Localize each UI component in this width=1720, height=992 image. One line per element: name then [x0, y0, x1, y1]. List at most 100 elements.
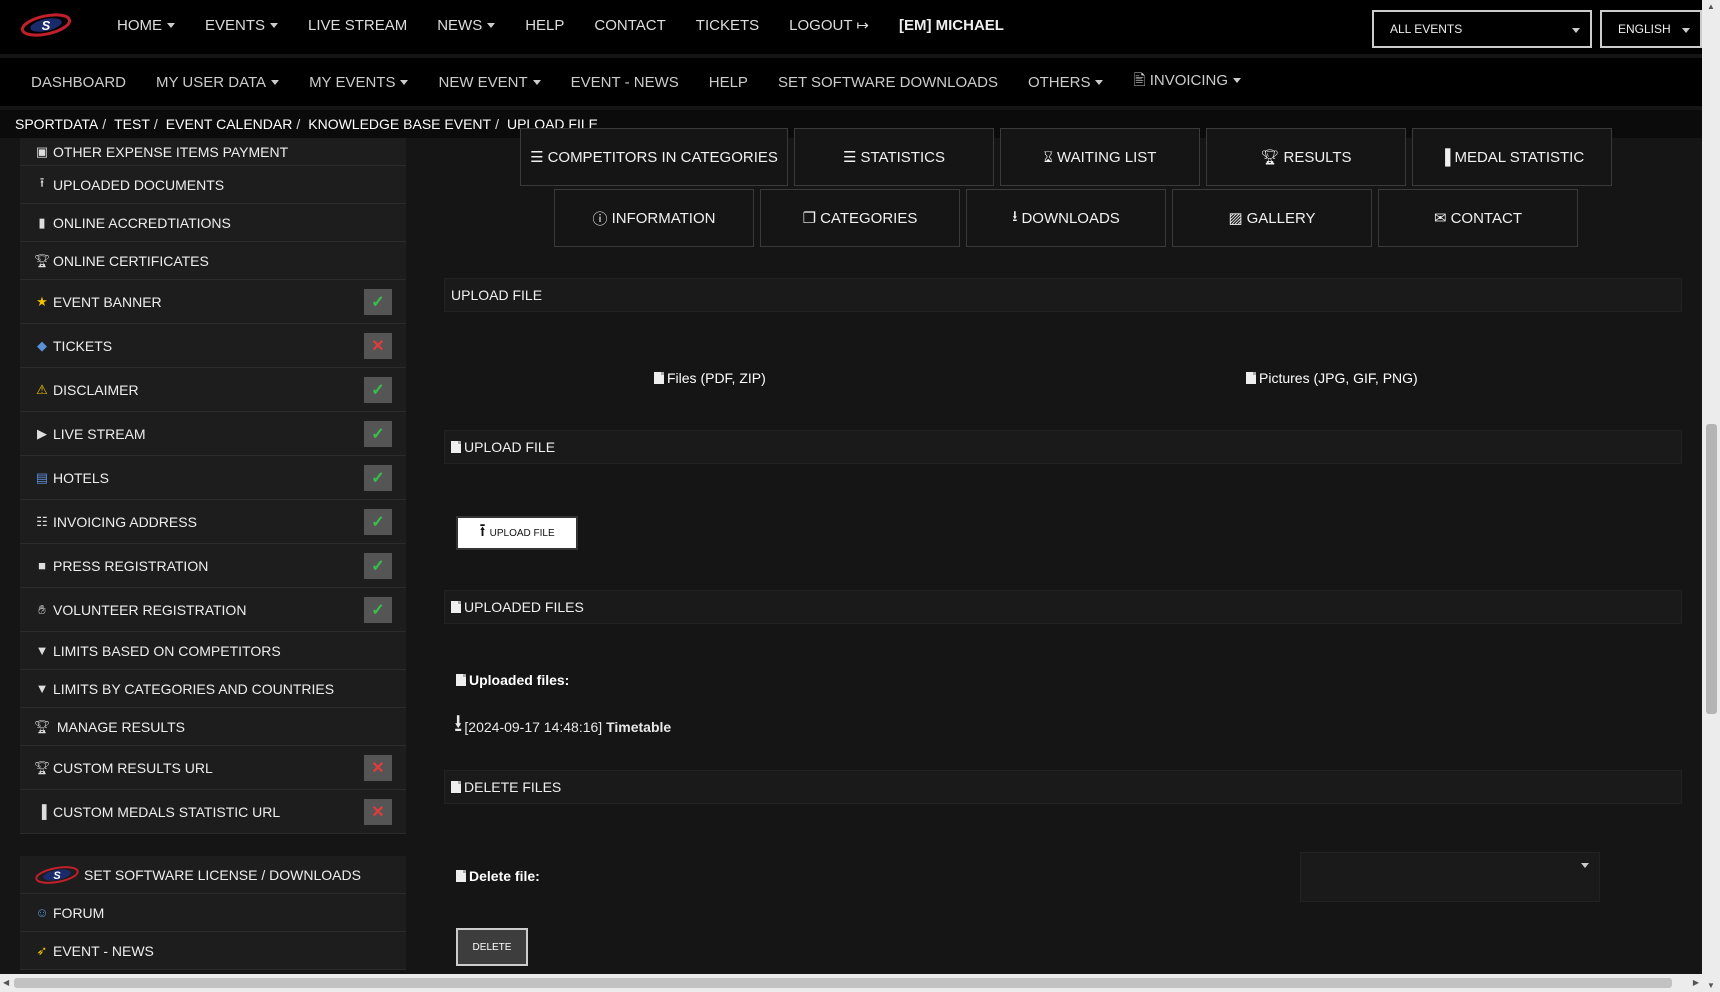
sidebar-item-online-certificates[interactable]: 🏆︎ ONLINE CERTIFICATES: [20, 242, 406, 280]
nav-home[interactable]: HOME: [102, 17, 190, 34]
bar-chart-icon: ▐: [37, 804, 47, 819]
scroll-down-icon[interactable]: ▼: [1707, 981, 1715, 990]
sidebar-item-software-license[interactable]: S SET SOFTWARE LICENSE / DOWNLOADS: [20, 856, 406, 894]
subnav-new-event[interactable]: NEW EVENT: [423, 74, 555, 91]
tile-waiting-list[interactable]: ⌛︎ WAITING LIST: [1000, 128, 1200, 186]
subnav-new-event-label: NEW EVENT: [438, 73, 528, 91]
subnav-others[interactable]: OTHERS: [1013, 74, 1119, 91]
sidebar-item-event-news[interactable]: ➶ EVENT - NEWS: [20, 932, 406, 970]
sidebar-item-label: HOTELS: [53, 469, 110, 486]
chevron-down-icon: [1572, 28, 1580, 33]
sidebar-gap: [20, 834, 406, 856]
tile-medal-statistic[interactable]: ▐ MEDAL STATISTIC: [1412, 128, 1612, 186]
copy-icon: ❐: [802, 210, 817, 227]
uploaded-file-row[interactable]: ⭳ [2024-09-17 14:48:16] Timetable: [454, 706, 671, 747]
envelope-icon: ✉: [1434, 210, 1447, 227]
file-icon: [456, 674, 466, 686]
nav-contact[interactable]: CONTACT: [579, 17, 680, 34]
delete-file-select[interactable]: [1300, 852, 1600, 902]
sidebar-item-event-banner[interactable]: ★ EVENT BANNER ✓: [20, 280, 406, 324]
breadcrumb-event-calendar[interactable]: EVENT CALENDAR: [166, 116, 293, 132]
tile-statistics[interactable]: ☰ STATISTICS: [794, 128, 994, 186]
nav-logout[interactable]: LOGOUT ↦: [774, 16, 884, 34]
sidebar-item-label: INVOICING ADDRESS: [53, 513, 197, 530]
tile-contact[interactable]: ✉ CONTACT: [1378, 189, 1578, 247]
tile-results[interactable]: 🏆︎ RESULTS: [1206, 128, 1406, 186]
svg-text:S: S: [53, 870, 61, 882]
link-label: Files (PDF, ZIP): [667, 370, 766, 386]
nav-live-stream[interactable]: LIVE STREAM: [293, 17, 422, 34]
pictures-link[interactable]: Pictures (JPG, GIF, PNG): [1246, 370, 1418, 386]
breadcrumb-test[interactable]: TEST: [114, 116, 150, 132]
sidebar-item-uploaded-documents[interactable]: ⭱ UPLOADED DOCUMENTS: [20, 166, 406, 204]
file-timestamp: [2024-09-17 14:48:16]: [464, 718, 603, 735]
sidebar-item-volunteer-registration[interactable]: ✋︎ VOLUNTEER REGISTRATION ✓: [20, 588, 406, 632]
breadcrumb-separator: /: [296, 116, 301, 132]
scrollbar-thumb[interactable]: [14, 978, 1672, 988]
sidebar-item-other-expense[interactable]: ▣ OTHER EXPENSE ITEMS PAYMENT: [20, 138, 406, 166]
subnav-dashboard[interactable]: DASHBOARD: [16, 74, 141, 91]
language-select[interactable]: ENGLISH: [1600, 10, 1702, 48]
breadcrumb-separator: /: [102, 116, 107, 132]
nav-news[interactable]: NEWS: [422, 17, 510, 34]
nav-events[interactable]: EVENTS: [190, 17, 293, 34]
subnav-software-downloads[interactable]: SET SOFTWARE DOWNLOADS: [763, 74, 1013, 91]
forum-icon: ☺: [35, 905, 49, 920]
nav-help[interactable]: HELP: [510, 17, 579, 34]
tile-label: INFORMATION: [611, 209, 716, 227]
breadcrumb-knowledge-base-event[interactable]: KNOWLEDGE BASE EVENT: [308, 116, 491, 132]
sidebar-item-tickets[interactable]: ◆ TICKETS ✕: [20, 324, 406, 368]
event-select[interactable]: ALL EVENTS: [1372, 10, 1592, 48]
subnav-help[interactable]: HELP: [694, 74, 763, 91]
panel-title: UPLOADED FILES: [464, 599, 584, 615]
subnav-event-news[interactable]: EVENT - NEWS: [556, 74, 694, 91]
nav-tickets[interactable]: TICKETS: [681, 17, 774, 34]
sidebar-item-invoicing-address[interactable]: ☷ INVOICING ADDRESS ✓: [20, 500, 406, 544]
sidebar-item-label: LIMITS BASED ON COMPETITORS: [53, 642, 281, 659]
files-pdf-zip-link[interactable]: Files (PDF, ZIP): [654, 370, 766, 386]
main-menu: HOME EVENTS LIVE STREAM NEWS HELP CONTAC…: [102, 0, 1019, 50]
tile-downloads[interactable]: ⭳ DOWNLOADS: [966, 189, 1166, 247]
subnav-my-events[interactable]: MY EVENTS: [294, 74, 423, 91]
trophy-icon: 🏆︎: [33, 252, 51, 268]
check-icon: ✓: [364, 288, 392, 315]
chevron-down-icon: [1095, 80, 1104, 86]
chevron-down-icon: [1682, 28, 1690, 33]
sidebar-item-limits-competitors[interactable]: ▼ LIMITS BASED ON COMPETITORS: [20, 632, 406, 670]
breadcrumb-separator: /: [153, 116, 158, 132]
ticket-icon: ◆: [37, 337, 47, 353]
sidebar-item-custom-medals-url[interactable]: ▐ CUSTOM MEDALS STATISTIC URL ✕: [20, 790, 406, 834]
upload-file-button[interactable]: ⭱ UPLOAD FILE: [456, 516, 578, 550]
scroll-right-icon[interactable]: ▶: [1693, 978, 1699, 987]
tile-categories[interactable]: ❐ CATEGORIES: [760, 189, 960, 247]
sportdata-logo-icon: S: [35, 865, 79, 884]
cross-icon: ✕: [364, 332, 392, 359]
tile-competitors-in-categories[interactable]: ☰ COMPETITORS IN CATEGORIES: [520, 128, 788, 186]
tile-information[interactable]: ⓘ INFORMATION: [554, 189, 754, 247]
cross-icon: ✕: [364, 798, 392, 825]
sidebar-item-hotels[interactable]: ▤ HOTELS ✓: [20, 456, 406, 500]
sidebar-item-manage-results[interactable]: 🏆︎ MANAGE RESULTS: [20, 708, 406, 746]
sidebar-item-forum[interactable]: ☺ FORUM: [20, 894, 406, 932]
sidebar-item-custom-results-url[interactable]: 🏆︎ CUSTOM RESULTS URL ✕: [20, 746, 406, 790]
sidebar-item-disclaimer[interactable]: ⚠ DISCLAIMER ✓: [20, 368, 406, 412]
delete-button[interactable]: DELETE: [456, 928, 528, 966]
sportdata-logo-icon[interactable]: S: [20, 12, 72, 38]
sidebar-item-press-registration[interactable]: ■ PRESS REGISTRATION ✓: [20, 544, 406, 588]
tile-gallery[interactable]: ▨ GALLERY: [1172, 189, 1372, 247]
scroll-up-icon[interactable]: ▲: [1707, 2, 1715, 11]
horizontal-scrollbar[interactable]: ◀ ▶: [0, 974, 1702, 992]
sidebar-item-limits-categories[interactable]: ▼ LIMITS BY CATEGORIES AND COUNTRIES: [20, 670, 406, 708]
breadcrumb-sportdata[interactable]: SPORTDATA: [15, 116, 98, 132]
rocket-icon: ➶: [36, 942, 48, 958]
nav-user[interactable]: [EM] MICHAEL: [884, 17, 1019, 34]
check-icon: ✓: [364, 376, 392, 403]
subnav-invoicing[interactable]: 🖹 INVOICING: [1118, 70, 1256, 95]
scroll-left-icon[interactable]: ◀: [3, 978, 9, 987]
sidebar-item-online-accreditations[interactable]: ▮ ONLINE ACCREDTIATIONS: [20, 204, 406, 242]
sidebar-item-live-stream[interactable]: ▶ LIVE STREAM ✓: [20, 412, 406, 456]
scrollbar-thumb[interactable]: [1706, 424, 1717, 714]
vertical-scrollbar[interactable]: ▲ ▼: [1702, 0, 1720, 992]
file-name[interactable]: Timetable: [606, 719, 671, 735]
subnav-my-user-data[interactable]: MY USER DATA: [141, 74, 294, 91]
